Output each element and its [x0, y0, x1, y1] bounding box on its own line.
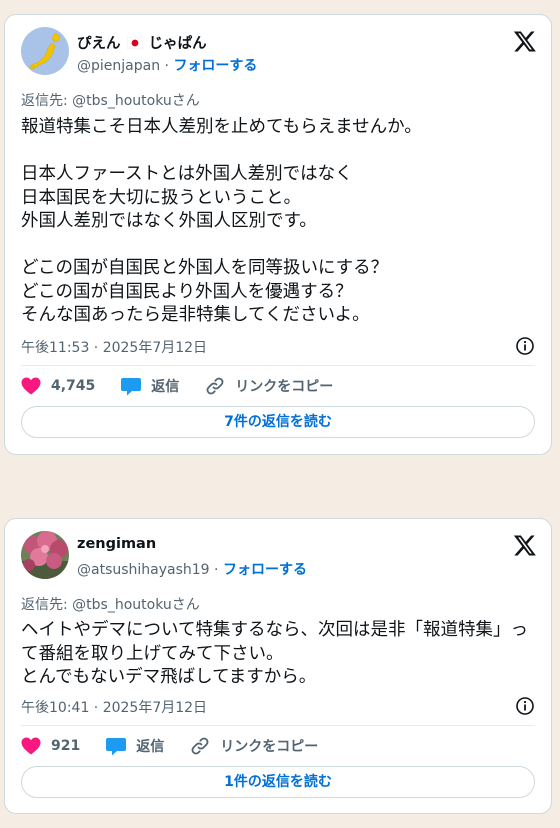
action-bar: 4,745 返信 リンクをコピー — [21, 375, 535, 397]
follow-button[interactable]: フォローする — [173, 58, 257, 74]
user-handle[interactable]: @atsushihayash19 — [77, 562, 210, 578]
copy-link-label: リンクをコピー — [235, 379, 334, 395]
display-name[interactable]: ぴえん じゃぱん — [77, 32, 207, 53]
copy-link-label: リンクをコピー — [220, 739, 319, 755]
x-logo-icon[interactable] — [513, 29, 537, 53]
copy-link-button[interactable]: リンクをコピー — [205, 376, 333, 396]
like-button[interactable]: 4,745 — [21, 377, 95, 395]
display-name-suffix: じゃぱん — [148, 36, 207, 52]
reply-bubble-icon — [121, 377, 142, 395]
tweet-card: zengiman @atsushihayash19 · フォローする 返信先: … — [4, 518, 552, 814]
reply-button[interactable]: 返信 — [106, 736, 164, 756]
reply-handle[interactable]: @tbs_houtoku — [72, 597, 172, 613]
follow-button[interactable]: フォローする — [223, 562, 307, 578]
copy-link-button[interactable]: リンクをコピー — [190, 736, 318, 756]
tweet-card: ぴえん じゃぱん @pienjapan · フォローする 返信先: @tbs_h… — [4, 14, 552, 455]
dot-separator: · — [209, 562, 223, 578]
reply-handle[interactable]: @tbs_houtoku — [72, 93, 172, 109]
reply-prefix: 返信先: — [21, 597, 73, 613]
reply-label: 返信 — [136, 739, 165, 755]
reply-to-line: 返信先: @tbs_houtokuさん — [21, 90, 200, 110]
timestamp[interactable]: 午後10:41 · 2025年7月12日 — [21, 697, 207, 717]
reply-to-line: 返信先: @tbs_houtokuさん — [21, 594, 200, 614]
action-bar: 921 返信 リンクをコピー — [21, 735, 535, 757]
heart-icon — [21, 737, 41, 755]
reply-suffix: さん — [171, 597, 200, 613]
handle-line: @atsushihayash19 · フォローする — [77, 559, 307, 579]
heart-icon — [21, 377, 41, 395]
avatar[interactable] — [21, 531, 69, 579]
like-button[interactable]: 921 — [21, 737, 80, 755]
reply-button[interactable]: 返信 — [121, 376, 179, 396]
blossom-avatar — [21, 531, 69, 579]
japan-flag-icon — [126, 36, 143, 50]
user-handle[interactable]: @pienjapan — [77, 58, 160, 74]
handle-line: @pienjapan · フォローする — [77, 55, 257, 75]
read-replies-button[interactable]: 1件の返信を読む — [21, 766, 535, 798]
divider — [21, 725, 535, 726]
timestamp[interactable]: 午後11:53 · 2025年7月12日 — [21, 337, 207, 357]
japan-map-avatar — [21, 27, 69, 75]
reply-label: 返信 — [151, 379, 180, 395]
display-name-text: ぴえん — [77, 36, 121, 52]
divider — [21, 365, 535, 366]
x-logo-icon[interactable] — [513, 533, 537, 557]
read-replies-button[interactable]: 7件の返信を読む — [21, 406, 535, 438]
reply-suffix: さん — [171, 93, 200, 109]
avatar[interactable] — [21, 27, 69, 75]
tweet-text: ヘイトやデマについて特集するなら、次回は是非「報道特集」って番組を取り上げてみて… — [21, 620, 528, 687]
like-count: 921 — [51, 738, 81, 754]
link-icon — [206, 377, 224, 395]
reply-prefix: 返信先: — [21, 93, 73, 109]
display-name[interactable]: zengiman — [77, 536, 156, 552]
tweet-text: 報道特集こそ日本人差別を止めてもらえませんか。 日本人ファーストとは外国人差別で… — [21, 117, 422, 325]
link-icon — [191, 737, 209, 755]
info-icon[interactable] — [515, 696, 535, 716]
like-count: 4,745 — [51, 378, 96, 394]
info-icon[interactable] — [515, 336, 535, 356]
reply-bubble-icon — [106, 737, 127, 755]
dot-separator: · — [160, 58, 174, 74]
